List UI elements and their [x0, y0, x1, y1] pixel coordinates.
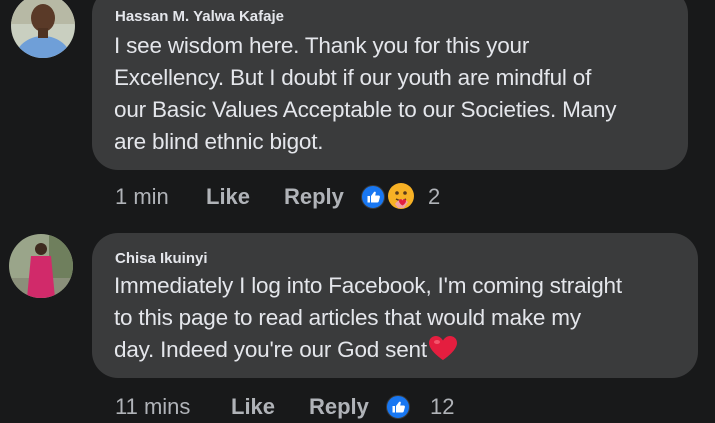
reply-button[interactable]: Reply — [309, 394, 369, 420]
reactions-summary[interactable] — [386, 395, 412, 421]
care-icon — [388, 183, 414, 209]
comment-text-line: day. Indeed you're our God sent — [114, 337, 427, 362]
comment-text: I see wisdom here. Thank you for this yo… — [114, 30, 617, 158]
comment-author[interactable]: Hassan M. Yalwa Kafaje — [115, 8, 284, 25]
heart-icon — [428, 336, 457, 360]
comment-timestamp[interactable]: 11 mins — [115, 394, 190, 420]
reactions-summary[interactable] — [361, 183, 421, 210]
comment-text-line: are blind ethnic bigot. — [114, 129, 324, 154]
reply-button[interactable]: Reply — [284, 184, 344, 210]
comment-text-line: Excellency. But I doubt if our youth are… — [114, 65, 592, 90]
avatar[interactable] — [11, 0, 75, 58]
comment-text-line-with-emoji: day. Indeed you're our God sent — [114, 334, 622, 366]
comment-text-line: I see wisdom here. Thank you for this yo… — [114, 33, 530, 58]
like-icon — [361, 185, 385, 209]
avatar[interactable] — [9, 234, 73, 298]
like-button[interactable]: Like — [206, 184, 250, 210]
like-icon — [386, 395, 410, 419]
comment-text-line: Immediately I log into Facebook, I'm com… — [114, 273, 622, 298]
comment-timestamp[interactable]: 1 min — [115, 184, 169, 210]
reaction-count[interactable]: 2 — [428, 184, 440, 210]
comment-text-line: our Basic Values Acceptable to our Socie… — [114, 97, 617, 122]
comment-text-line: to this page to read articles that would… — [114, 305, 581, 330]
comment-author[interactable]: Chisa Ikuinyi — [115, 250, 208, 267]
comments-page: Hassan M. Yalwa Kafaje I see wisdom here… — [0, 0, 715, 423]
reaction-count[interactable]: 12 — [430, 394, 454, 420]
comment-text: Immediately I log into Facebook, I'm com… — [114, 270, 622, 366]
like-button[interactable]: Like — [231, 394, 275, 420]
